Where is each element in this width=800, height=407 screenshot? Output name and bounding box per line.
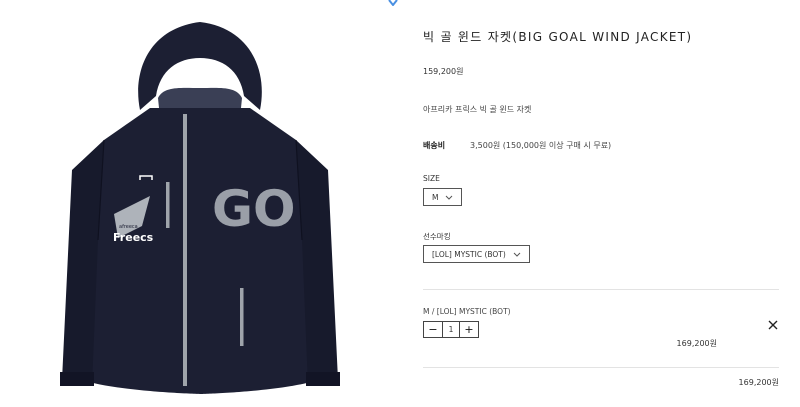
- size-select-value: M: [432, 192, 439, 202]
- divider: [423, 367, 779, 368]
- chevron-down-icon: [446, 195, 453, 200]
- selected-option-name: M / [LOL] MYSTIC (BOT): [423, 307, 511, 316]
- top-indicator-icon: [388, 0, 398, 6]
- logo-text: Freecs: [113, 231, 154, 244]
- product-price: 159,200원: [423, 67, 464, 76]
- product-title: 빅 골 윈드 자켓(BIG GOAL WIND JACKET): [423, 30, 693, 44]
- logo-subtext: afreeca: [119, 224, 138, 230]
- shipping-label: 배송비: [423, 141, 446, 150]
- player-marking-value: [LOL] MYSTIC (BOT): [432, 249, 506, 259]
- close-icon[interactable]: [767, 319, 779, 331]
- product-image: Freecs afreeca GO: [0, 0, 400, 403]
- shipping-value: 3,500원 (150,000원 이상 구매 시 무료): [470, 141, 612, 150]
- player-marking-label: 선수마킹: [423, 232, 451, 241]
- selected-option-price: 169,200원: [676, 339, 717, 348]
- size-label: SIZE: [423, 174, 440, 183]
- increase-button[interactable]: +: [460, 322, 478, 337]
- chevron-down-icon: [513, 252, 521, 257]
- player-marking-select[interactable]: [LOL] MYSTIC (BOT): [423, 245, 530, 263]
- size-select[interactable]: M: [423, 188, 463, 206]
- jacket-print-text: GO: [212, 180, 296, 238]
- quantity-value[interactable]: 1: [442, 322, 460, 337]
- product-summary: 아프리카 프릭스 빅 골 윈드 자켓: [423, 105, 532, 114]
- total-price: 169,200원: [738, 378, 779, 387]
- jacket-illustration: Freecs afreeca GO: [60, 22, 340, 394]
- divider: [423, 289, 779, 290]
- decrease-button[interactable]: −: [424, 322, 442, 337]
- product-info: 빅 골 윈드 자켓(BIG GOAL WIND JACKET) 159,200원…: [423, 0, 779, 403]
- quantity-stepper: − 1 +: [423, 321, 479, 338]
